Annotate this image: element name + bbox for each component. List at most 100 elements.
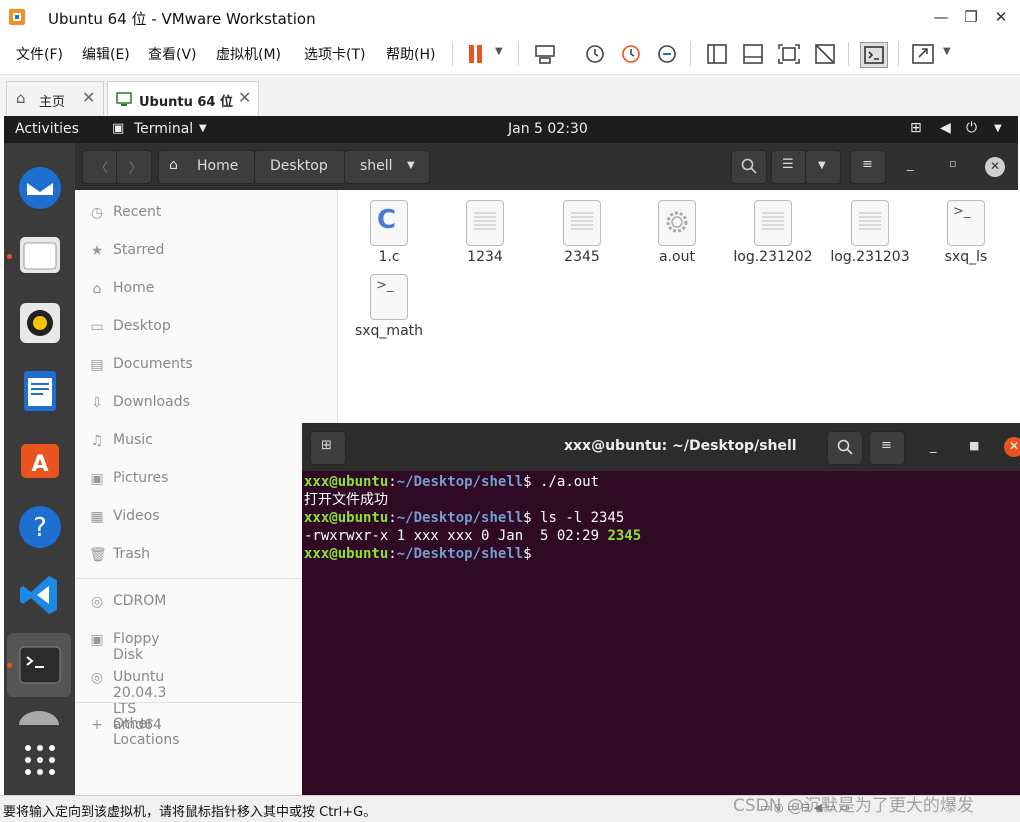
vscode-icon[interactable] <box>17 572 63 618</box>
help-icon[interactable]: ? <box>17 504 63 550</box>
close-button[interactable]: ✕ <box>985 157 1005 177</box>
send-keys-icon[interactable] <box>532 42 558 66</box>
close-icon[interactable]: ✕ <box>82 88 95 107</box>
tab-home[interactable]: ⌂ 主页 ✕ <box>6 81 104 115</box>
terminal-line: 打开文件成功 <box>304 492 388 508</box>
thumbnail-view-icon[interactable] <box>740 42 766 66</box>
file-item[interactable]: log.231203 <box>822 194 918 268</box>
view-list-button[interactable]: ☰ <box>771 150 807 184</box>
menu-vm[interactable]: 虚拟机(M) <box>216 44 281 64</box>
disc-icon: ◎ <box>90 594 104 610</box>
chevron-down-icon[interactable]: ▼ <box>495 46 503 57</box>
file-item[interactable]: >_ sxq_math <box>341 268 437 342</box>
plus-icon: + <box>91 717 103 733</box>
back-button[interactable]: 〈 <box>82 150 118 184</box>
text-file-icon <box>754 200 792 246</box>
chevron-down-icon: ▼ <box>199 123 207 134</box>
menu-button[interactable]: ≡ <box>850 150 886 184</box>
script-icon: >_ <box>947 200 985 246</box>
menu-tabs[interactable]: 选项卡(T) <box>304 44 365 64</box>
tab-label: Ubuntu 64 位 <box>139 95 233 110</box>
restore-icon[interactable]: ▫ <box>949 157 956 170</box>
file-item[interactable]: >_ sxq_ls <box>918 194 1014 268</box>
revert-snapshot-icon[interactable] <box>618 42 644 66</box>
console-view-icon[interactable] <box>860 42 888 68</box>
snapshot-manager-icon[interactable] <box>654 42 680 66</box>
software-center-icon[interactable]: A <box>17 436 63 482</box>
trash-icon: 🗑︎ <box>89 547 107 563</box>
minimize-icon[interactable]: _ <box>930 439 937 454</box>
volume-icon[interactable]: ◀ <box>940 120 951 136</box>
menu-view[interactable]: 查看(V) <box>148 44 197 64</box>
file-item[interactable]: log.231202 <box>725 194 821 268</box>
files-header-bar: 〈 〉 ⌂ Home Desktop shell ▼ ☰ ▼ ≡ _ ▫ ✕ <box>75 143 1018 190</box>
search-icon <box>837 439 853 455</box>
terminal-window[interactable]: ⊞ xxx@ubuntu: ~/Desktop/shell ≡ _ ■ ✕ xx… <box>302 423 1020 795</box>
watermark: CSDN @沉默是为了更大的爆发 <box>733 796 974 816</box>
new-tab-icon: ⊞ <box>321 438 332 453</box>
pause-icon[interactable] <box>464 42 490 66</box>
file-item[interactable]: 1234 <box>437 194 533 268</box>
close-icon[interactable]: ✕ <box>238 88 251 107</box>
menu-edit[interactable]: 编辑(E) <box>82 44 130 64</box>
disc-icon[interactable] <box>19 711 59 725</box>
files-icon[interactable] <box>17 232 63 278</box>
forward-button[interactable]: 〉 <box>116 150 152 184</box>
search-button[interactable] <box>731 150 767 184</box>
menu-help[interactable]: 帮助(H) <box>386 44 435 64</box>
window-title: Ubuntu 64 位 - VMware Workstation <box>48 10 316 28</box>
menu-button[interactable]: ≡ <box>869 431 905 465</box>
svg-text:A: A <box>31 452 48 477</box>
chevron-down-icon[interactable]: ▼ <box>943 46 951 57</box>
terminal-line: -rwxrwxr-x 1 xxx xxx 0 Jan 5 02:29 2345 <box>304 528 642 544</box>
vmware-status-bar: 要将输入定向到该虚拟机，请将鼠标指针移入其中或按 Ctrl+G。 ▭ ◎ ▭ ⊟… <box>0 795 1020 822</box>
gnome-top-bar: Activities ▣ Terminal ▼ Jan 5 02:30 ⊞ ◀ … <box>4 116 1018 143</box>
app-menu[interactable]: Terminal <box>134 121 193 137</box>
floppy-icon: ▣ <box>90 632 104 648</box>
thunderbird-icon[interactable] <box>17 165 63 211</box>
maximize-icon[interactable]: ■ <box>969 439 979 452</box>
unity-mode-icon[interactable] <box>812 42 838 66</box>
ubuntu-dock: A ? <box>4 143 75 795</box>
search-button[interactable] <box>827 431 863 465</box>
terminal-icon[interactable] <box>17 642 63 688</box>
menu-file[interactable]: 文件(F) <box>16 44 63 64</box>
minimize-button[interactable]: — <box>926 6 956 28</box>
file-item[interactable]: a.out <box>629 194 725 268</box>
minimize-icon[interactable]: _ <box>907 157 914 172</box>
c-source-icon: C <box>370 200 408 246</box>
power-icon[interactable]: ⏻ <box>966 120 977 136</box>
path-shell[interactable]: shell ▼ <box>344 150 430 184</box>
show-apps-icon[interactable] <box>23 743 57 777</box>
view-options-button[interactable]: ▼ <box>805 150 841 184</box>
path-home[interactable]: ⌂ Home <box>158 150 256 184</box>
full-screen-icon[interactable] <box>776 42 802 66</box>
search-icon <box>741 158 757 174</box>
text-file-icon <box>563 200 601 246</box>
path-desktop[interactable]: Desktop <box>254 150 346 184</box>
new-tab-button[interactable]: ⊞ <box>310 431 346 465</box>
maximize-button[interactable]: ❐ <box>956 6 986 28</box>
libreoffice-writer-icon[interactable] <box>17 368 63 414</box>
file-item[interactable]: 2345 <box>534 194 630 268</box>
clock[interactable]: Jan 5 02:30 <box>508 121 588 137</box>
snapshot-icon[interactable] <box>582 42 608 66</box>
file-item[interactable]: C 1.c <box>341 194 437 268</box>
library-view-icon[interactable] <box>704 42 730 66</box>
document-icon: ▤ <box>90 357 104 373</box>
chevron-down-icon[interactable]: ▼ <box>994 123 1002 134</box>
tab-label: 主页 <box>39 95 66 110</box>
stretch-icon[interactable] <box>910 42 936 66</box>
activities-button[interactable]: Activities <box>15 121 79 137</box>
path-label: Home <box>197 158 239 174</box>
close-button[interactable]: ✕ <box>1004 437 1020 457</box>
chevron-down-icon: ▼ <box>407 160 415 171</box>
close-button[interactable]: ✕ <box>986 6 1016 28</box>
terminal-output[interactable]: xxx@ubuntu:~/Desktop/shell$ ./a.out 打开文件… <box>304 473 641 563</box>
rhythmbox-icon[interactable] <box>17 300 63 346</box>
home-icon: ⌂ <box>92 281 102 297</box>
star-icon: ★ <box>90 243 104 259</box>
hamburger-icon: ≡ <box>881 438 892 453</box>
network-icon[interactable]: ⊞ <box>910 120 922 136</box>
tab-ubuntu[interactable]: Ubuntu 64 位 ✕ <box>107 81 259 115</box>
